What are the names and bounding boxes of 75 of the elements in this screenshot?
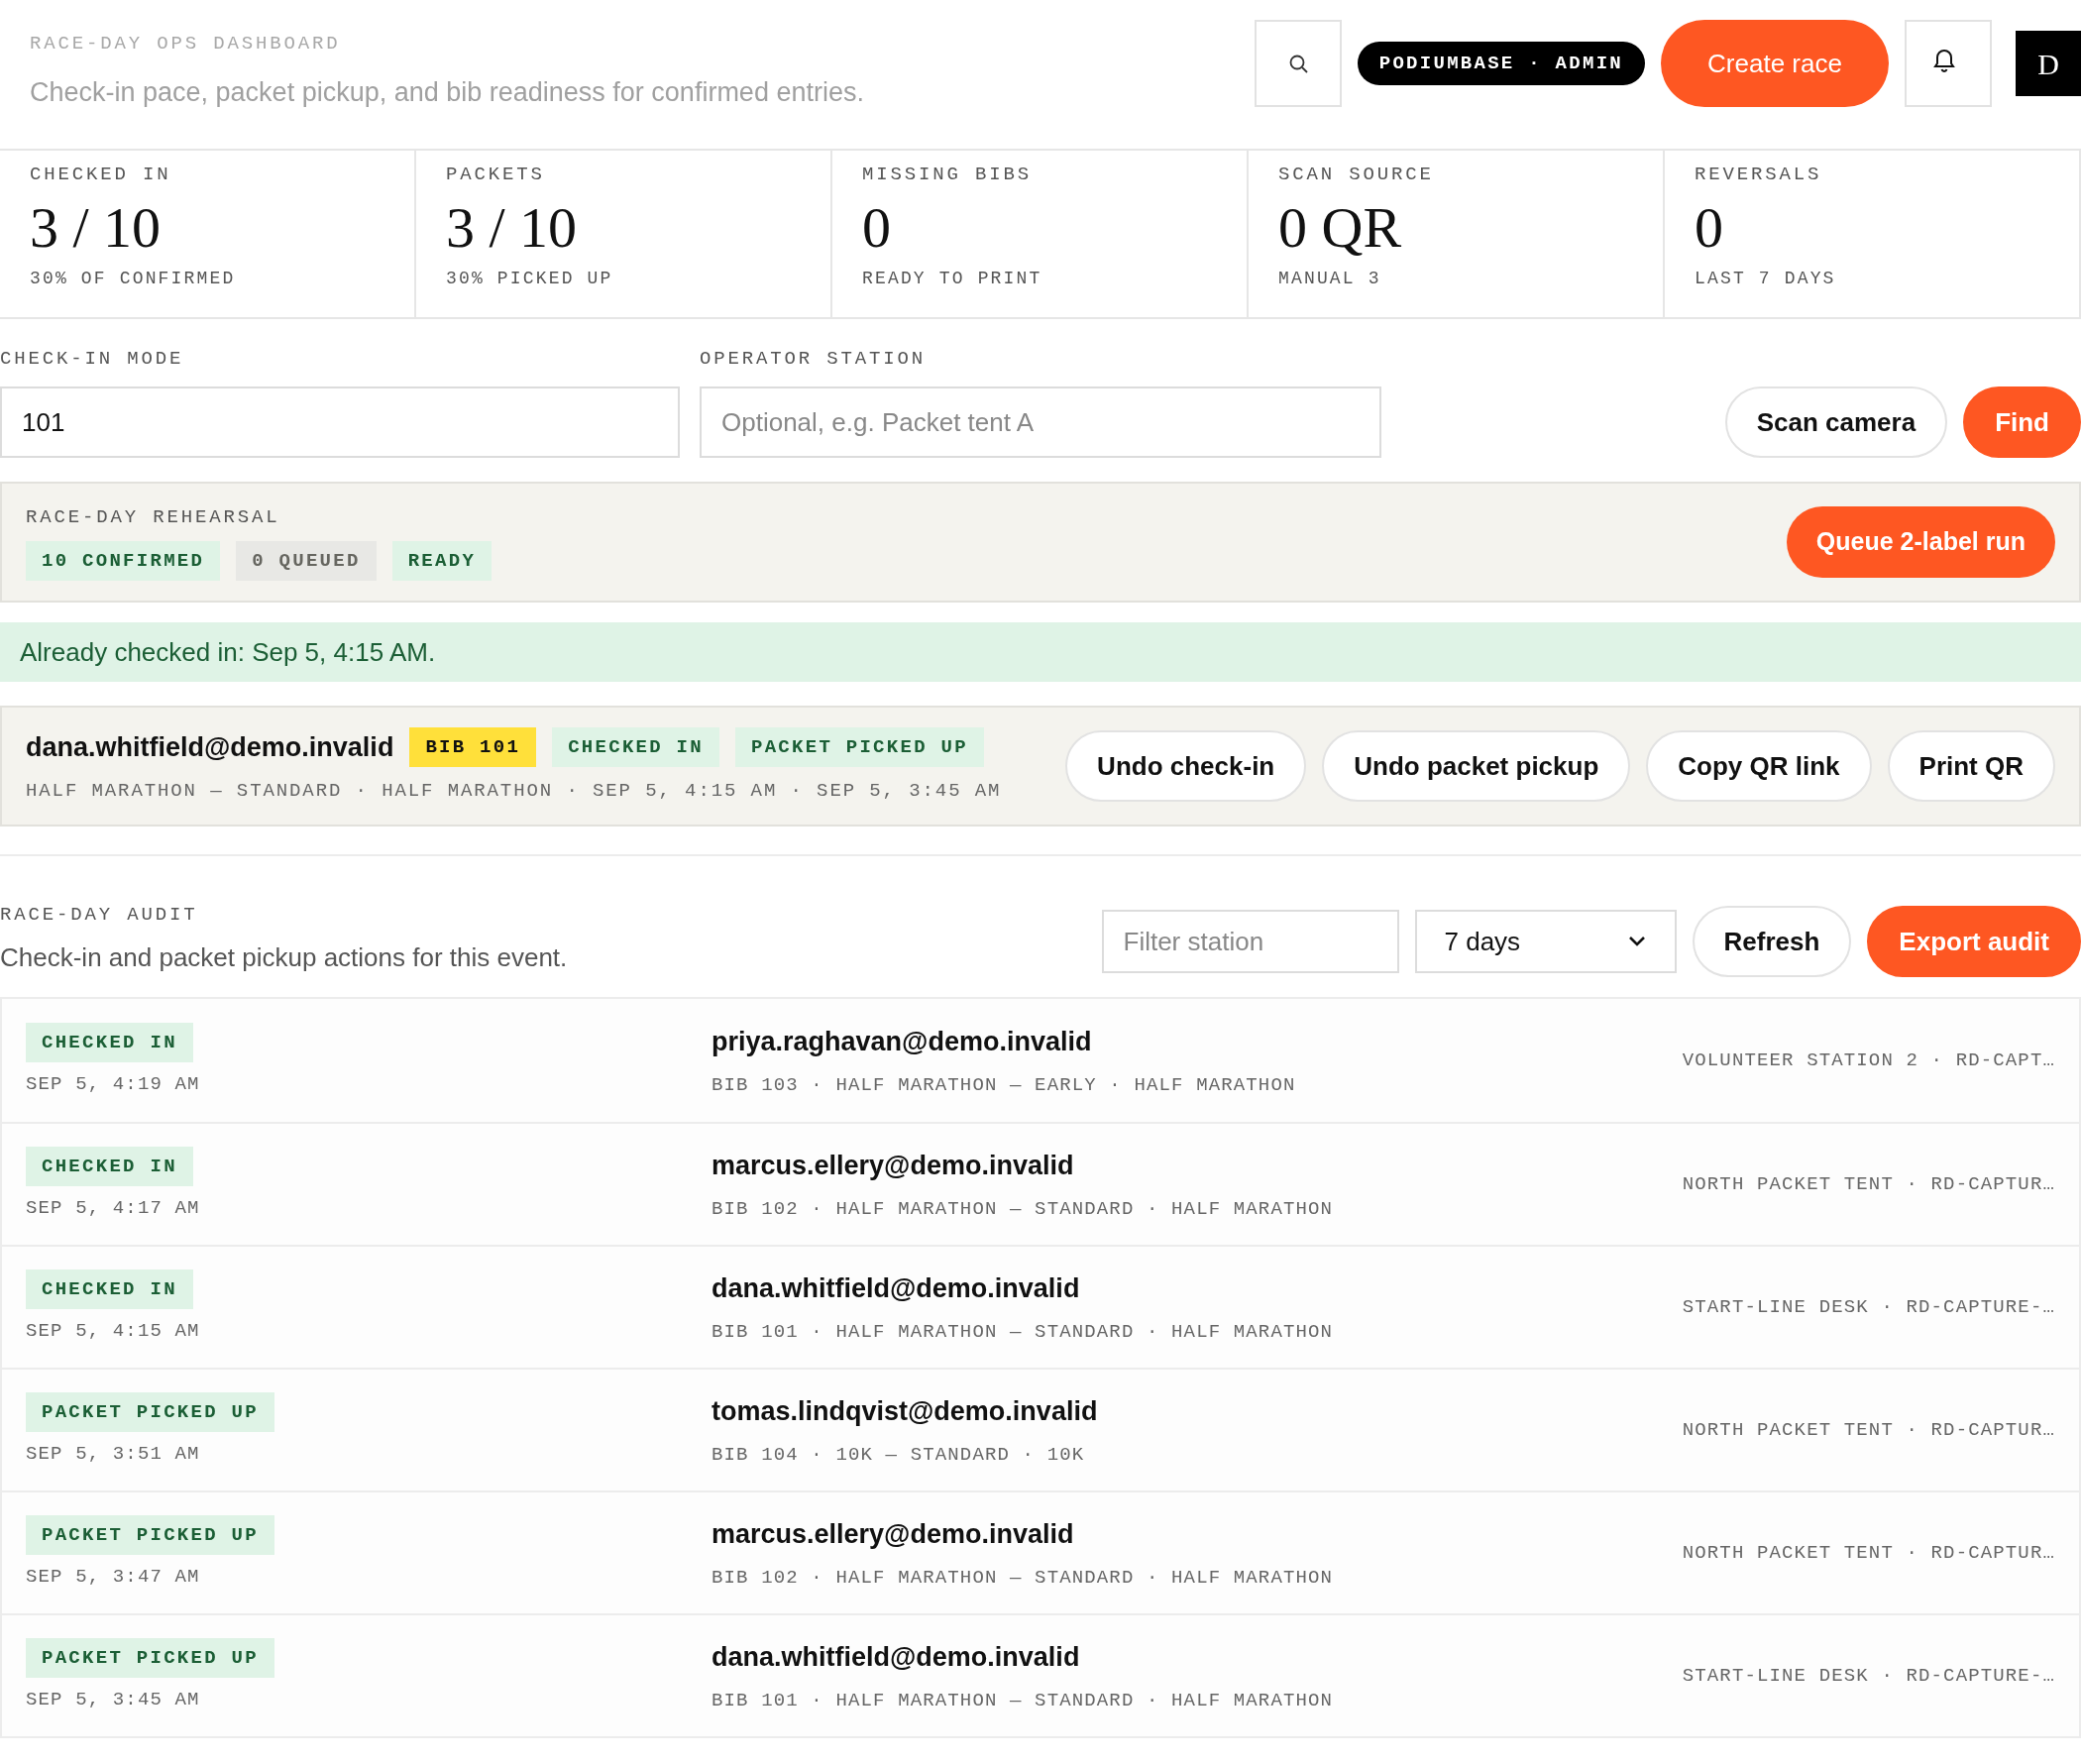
section-title: RACE-DAY AUDIT <box>0 902 199 928</box>
attendee-email: dana.whitfield@demo.invalid <box>26 730 394 764</box>
status-tag: CHECKED IN <box>552 726 719 767</box>
field-label: CHECK-IN MODE <box>0 346 185 372</box>
event-time: SEP 5, 4:19 AM <box>26 1071 200 1097</box>
status-tag: 10 CONFIRMED <box>26 541 221 582</box>
action-button[interactable]: Undo packet pickup <box>1322 730 1631 802</box>
event-time: SEP 5, 4:15 AM <box>26 1318 200 1344</box>
filter-field[interactable]: Filter station <box>1101 910 1399 973</box>
stat-value: 0 <box>1695 193 1724 262</box>
station-label: NORTH PACKET TENT · RD-CAPTUR… <box>1682 1540 2056 1566</box>
entry-details: BIB 102 · HALF MARATHON — STANDARD · HALF MARATHON <box>712 1197 1335 1222</box>
field-label: OPERATOR STATION <box>700 346 928 372</box>
status-tag: PACKET PICKED UP <box>26 1637 274 1678</box>
page-subtitle: Check-in pace, packet pickup, and bib readiness for confirmed entries. <box>30 75 864 109</box>
stat-caption: MANUAL 3 <box>1278 268 1382 291</box>
stat-value: 0 <box>862 193 892 262</box>
attendee-email: marcus.ellery@demo.invalid <box>712 1517 1075 1551</box>
panel-title: RACE-DAY REHEARSAL <box>26 504 281 530</box>
stat-label: MISSING BIBS <box>862 163 1034 187</box>
attendee-email: marcus.ellery@demo.invalid <box>712 1149 1075 1182</box>
station-label: NORTH PACKET TENT · RD-CAPTUR… <box>1682 1417 2056 1443</box>
station-label: START-LINE DESK · RD-CAPTURE-… <box>1682 1663 2056 1689</box>
stat-caption: 30% OF CONFIRMED <box>30 268 237 291</box>
attendee-email: dana.whitfield@demo.invalid <box>712 1640 1081 1674</box>
action-button[interactable]: Refresh <box>1692 906 1852 977</box>
range-select[interactable]: 7 days <box>1414 910 1677 973</box>
event-time: SEP 5, 3:45 AM <box>26 1687 200 1712</box>
entry-details: BIB 104 · 10K — STANDARD · 10K <box>712 1443 1086 1468</box>
entry-details: BIB 103 · HALF MARATHON — EARLY · HALF MARATHON <box>712 1073 1297 1098</box>
stat-caption: READY TO PRINT <box>862 268 1043 291</box>
stat-value: 3 / 10 <box>30 193 163 262</box>
text-field[interactable]: Optional, e.g. Packet tent A <box>700 386 1381 458</box>
action-button[interactable]: Print QR <box>1887 730 2055 802</box>
action-button[interactable]: Copy QR link <box>1646 730 1872 802</box>
stat-label: REVERSALS <box>1695 163 1823 187</box>
search-button[interactable] <box>1254 20 1342 107</box>
page-eyebrow: RACE-DAY OPS DASHBOARD <box>30 32 342 56</box>
station-label: NORTH PACKET TENT · RD-CAPTUR… <box>1682 1171 2056 1197</box>
station-label: VOLUNTEER STATION 2 · RD-CAPT… <box>1682 1047 2056 1073</box>
stat-caption: LAST 7 DAYS <box>1695 268 1837 291</box>
avatar-button[interactable]: D <box>2016 31 2081 96</box>
stat-label: PACKETS <box>446 163 546 187</box>
stat-value: 0 QR <box>1278 193 1403 262</box>
text-field[interactable]: 101 <box>0 386 680 458</box>
entry-details: BIB 102 · HALF MARATHON — STANDARD · HALF MARATHON <box>712 1566 1335 1591</box>
status-tag: CHECKED IN <box>26 1146 193 1186</box>
status-tag: PACKET PICKED UP <box>735 726 984 767</box>
attendee-email: tomas.lindqvist@demo.invalid <box>712 1394 1099 1428</box>
status-tag: CHECKED IN <box>26 1022 193 1062</box>
status-tag: PACKET PICKED UP <box>26 1391 274 1432</box>
section-description: Check-in and packet pickup actions for this event. <box>0 941 568 974</box>
station-label: START-LINE DESK · RD-CAPTURE-… <box>1682 1294 2056 1320</box>
event-time: SEP 5, 4:17 AM <box>26 1195 200 1221</box>
stat-caption: 30% PICKED UP <box>446 268 614 291</box>
status-banner: Already checked in: Sep 5, 4:15 AM. <box>0 622 2081 682</box>
status-tag: READY <box>391 541 493 582</box>
status-tag: BIB 101 <box>409 726 537 767</box>
entry-details: BIB 101 · HALF MARATHON — STANDARD · HALF MARATHON <box>712 1320 1335 1345</box>
stat-label: CHECKED IN <box>30 163 172 187</box>
account-badge: PODIUMBASE · ADMIN <box>1357 42 1645 85</box>
attendee-email: priya.raghavan@demo.invalid <box>712 1025 1093 1058</box>
attendee-email: dana.whitfield@demo.invalid <box>712 1271 1081 1305</box>
stat-label: SCAN SOURCE <box>1278 163 1435 187</box>
status-tag: PACKET PICKED UP <box>26 1514 274 1555</box>
event-time: SEP 5, 3:47 AM <box>26 1564 200 1590</box>
entry-details: BIB 101 · HALF MARATHON — STANDARD · HALF MARATHON <box>712 1689 1335 1713</box>
status-tag: CHECKED IN <box>26 1268 193 1309</box>
action-button[interactable]: Scan camera <box>1724 386 1948 458</box>
stat-value: 3 / 10 <box>446 193 579 262</box>
notifications-button[interactable] <box>1905 20 1992 107</box>
action-button[interactable]: Undo check-in <box>1065 730 1307 802</box>
status-tag: 0 QUEUED <box>236 541 377 582</box>
attendee-meta: HALF MARATHON — STANDARD · HALF MARATHON · SEP 5, 4:15 AM · SEP 5, 3:45 AM <box>26 779 1002 804</box>
event-time: SEP 5, 3:51 AM <box>26 1441 200 1467</box>
